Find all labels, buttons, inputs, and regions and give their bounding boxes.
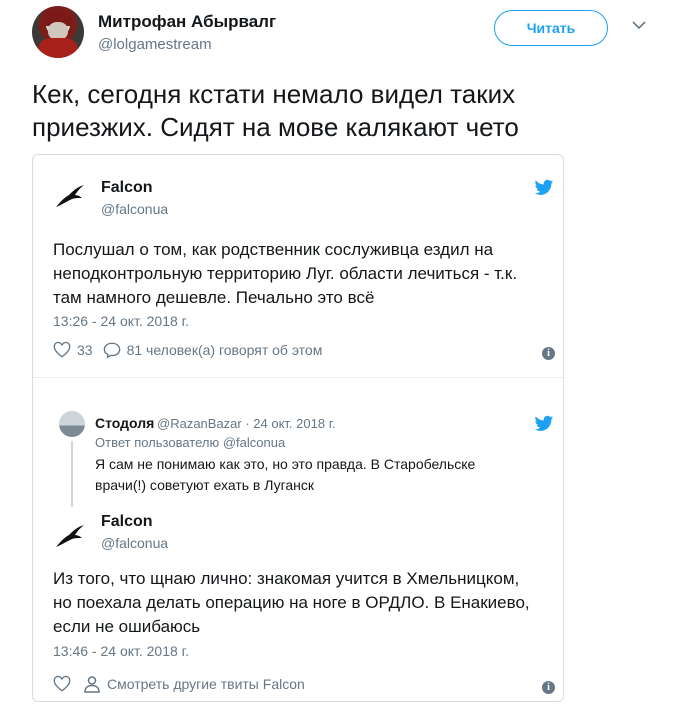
like-count: 33: [77, 342, 93, 358]
tweet-text: Кек, сегодня кстати немало видел таких п…: [32, 78, 652, 144]
heart-icon[interactable]: [53, 675, 71, 693]
quoted-text-line: Из того, что щнаю лично: знакомая учится…: [53, 569, 520, 588]
quoted-text-line: Послушал о том, как родственник сослужив…: [53, 240, 494, 259]
quoted-timestamp[interactable]: 13:26 - 24 окт. 2018 г.: [53, 313, 189, 329]
twitter-logo-icon[interactable]: [534, 179, 554, 197]
quoted-text-line: но поехала делать операцию на ноге в ОРД…: [53, 593, 530, 612]
tweet-text-line: Кек, сегодня кстати немало видел таких: [32, 79, 516, 109]
avatar-coat: [38, 38, 78, 58]
reply-meta[interactable]: @RazanBazar · 24 окт. 2018 г.: [157, 416, 335, 431]
tweet-text-line: приезжих. Сидят на мове калякают чето: [32, 112, 519, 142]
quoted-text-line: если не ошибаюсь: [53, 617, 201, 636]
quoted-actions: 33 81 человек(а) говорят об этом: [53, 341, 322, 359]
quoted-author-name[interactable]: Falcon: [101, 179, 153, 197]
quoted-timestamp[interactable]: 13:46 - 24 окт. 2018 г.: [53, 643, 189, 659]
tweet-header: Митрофан Абырвалг @lolgamestream Читать: [32, 6, 662, 66]
reply-author-name[interactable]: Стодоля: [95, 415, 154, 431]
twitter-logo-icon[interactable]: [534, 415, 554, 433]
reply-text: Я сам не понимаю как это, но это правда.…: [95, 454, 475, 496]
quoted-author-name[interactable]: Falcon: [101, 513, 153, 531]
falcon-bird-icon: [56, 525, 84, 547]
divider: [33, 377, 563, 378]
reply-text-line: Я сам не понимаю как это, но это правда.…: [95, 456, 476, 472]
quoted-text-line: там намного дешевле. Печально это всё: [53, 288, 375, 307]
quoted-author-handle[interactable]: @falconua: [101, 201, 168, 217]
reply-to-label[interactable]: Ответ пользователю @falconua: [95, 435, 285, 450]
quoted-text: Послушал о том, как родственник сослужив…: [53, 238, 517, 310]
thread-line: [71, 441, 73, 507]
quoted-actions: Смотреть другие твиты Falcon: [53, 675, 305, 693]
avatar[interactable]: [32, 6, 84, 58]
reply-bubble-icon[interactable]: [103, 341, 121, 359]
follow-button[interactable]: Читать: [494, 10, 608, 46]
quoted-tweet-card[interactable]: Falcon @falconua Послушал о том, как род…: [32, 154, 564, 702]
more-tweets-link[interactable]: Смотреть другие твиты Falcon: [107, 676, 305, 692]
author-handle[interactable]: @lolgamestream: [98, 36, 212, 53]
conversation-label[interactable]: 81 человек(а) говорят об этом: [127, 342, 323, 358]
person-icon[interactable]: [83, 675, 101, 693]
author-name[interactable]: Митрофан Абырвалг: [98, 12, 276, 32]
quoted-text: Из того, что щнаю лично: знакомая учится…: [53, 567, 530, 639]
avatar[interactable]: [59, 411, 85, 437]
info-icon[interactable]: i: [542, 681, 555, 694]
quoted-text-line: неподконтрольную территорию Луг. области…: [53, 264, 518, 283]
info-icon[interactable]: i: [542, 347, 555, 360]
quoted-author-handle[interactable]: @falconua: [101, 535, 168, 551]
chevron-down-icon[interactable]: [630, 16, 648, 34]
heart-icon[interactable]: [53, 341, 71, 359]
reply-text-line: врачи(!) советуют ехать в Луганск: [95, 477, 315, 493]
falcon-bird-icon: [56, 185, 84, 207]
